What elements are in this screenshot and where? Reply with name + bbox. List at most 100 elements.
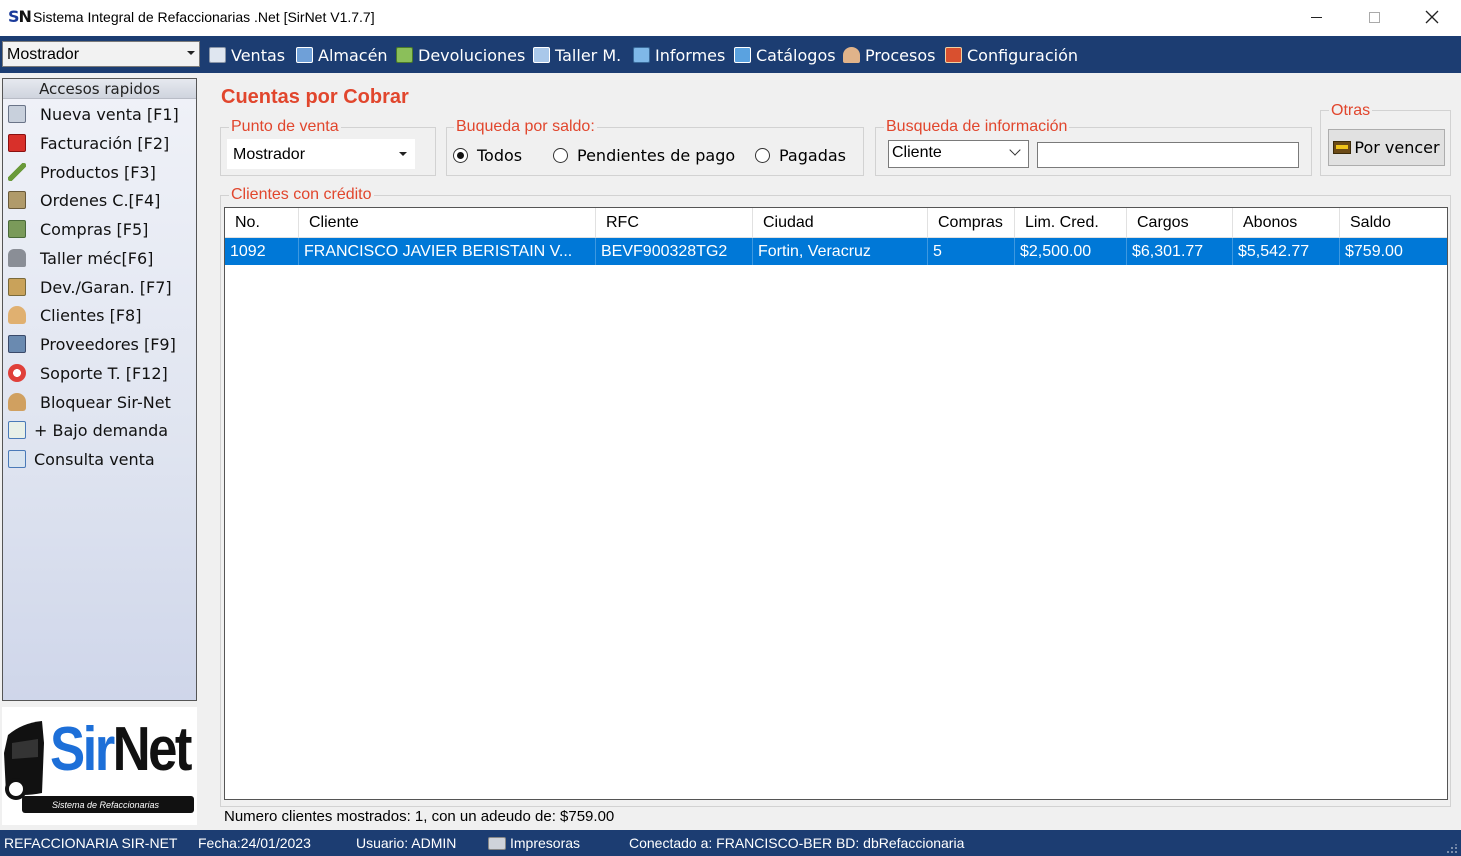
sidebar-item-taller-mec[interactable]: Taller méc[F6] (8, 245, 153, 271)
radio-todos-label: Todos (477, 145, 523, 165)
por-vencer-button[interactable]: Por vencer (1328, 129, 1445, 166)
pos-select-value: Mostrador (7, 46, 80, 63)
close-icon (1425, 10, 1439, 24)
menu-devoluciones[interactable]: Devoluciones (396, 44, 525, 66)
taller-icon (533, 47, 550, 63)
minimize-icon (1310, 16, 1322, 18)
menu-configuracion-label: Configuración (967, 45, 1079, 65)
page-title: Cuentas por Cobrar (221, 86, 409, 108)
car-silhouette-icon (4, 721, 44, 800)
sidebar-item-bloquear[interactable]: Bloquear Sir-Net (8, 389, 171, 415)
sidebar-item-clientes[interactable]: Clientes [F8] (8, 302, 141, 328)
menu-taller[interactable]: Taller M. (533, 44, 621, 66)
column-header-compras[interactable]: Compras (928, 208, 1015, 238)
sidebar-item-label: Soporte T. [F12] (40, 363, 168, 383)
sidebar-item-proveedores[interactable]: Proveedores [F9] (8, 331, 176, 357)
menu-taller-label: Taller M. (555, 45, 622, 65)
cell-rfc: BEVF900328TG2 (596, 238, 753, 265)
maximize-button[interactable] (1345, 0, 1403, 34)
sidebar-item-compras[interactable]: Compras [F5] (8, 216, 148, 242)
logo-wordmark: SirNet (50, 715, 192, 784)
sidebar-item-nueva-venta[interactable]: Nueva venta [F1] (8, 101, 179, 127)
logo-subtitle: Sistema de Refaccionarias (52, 800, 160, 810)
sidebar-item-productos[interactable]: Productos [F3] (8, 159, 156, 185)
clientes-table: No. Cliente RFC Ciudad Compras Lim. Cred… (224, 207, 1448, 800)
column-header-ciudad[interactable]: Ciudad (753, 208, 928, 238)
status-impresoras[interactable]: Impresoras (488, 835, 580, 851)
sidebar-item-bajo-demanda[interactable]: + Bajo demanda (8, 417, 168, 443)
menu-configuracion[interactable]: Configuración (945, 44, 1078, 66)
otras-title: Otras (1329, 102, 1373, 120)
status-conectado: Conectado a: FRANCISCO-BER BD: dbRefacci… (629, 835, 965, 851)
radio-pagadas-label: Pagadas (779, 145, 846, 165)
status-bar: REFACCIONARIA SIR-NET Fecha:24/01/2023 U… (0, 830, 1461, 856)
app-icon-s: S (8, 7, 19, 26)
menu-catalogos[interactable]: Catálogos (734, 44, 836, 66)
pos-select[interactable]: Mostrador (2, 41, 200, 67)
quick-access-header: Accesos rapidos (3, 79, 196, 99)
minimize-button[interactable] (1287, 0, 1345, 34)
clientes-icon (8, 306, 26, 324)
menu-ventas[interactable]: Ventas (209, 44, 285, 66)
sidebar-item-facturacion[interactable]: Facturación [F2] (8, 130, 169, 156)
printer-icon (488, 837, 506, 850)
almacen-icon (296, 47, 313, 63)
column-header-cliente[interactable]: Cliente (299, 208, 596, 238)
consulta-venta-icon (8, 450, 26, 468)
resize-grip-icon[interactable] (1446, 844, 1458, 854)
cell-no: 1092 (225, 238, 299, 265)
clientes-group-title: Clientes con crédito (229, 186, 374, 204)
pdf-icon (8, 134, 26, 152)
table-row[interactable]: 1092 FRANCISCO JAVIER BERISTAIN V... BEV… (225, 238, 1447, 265)
menu-ventas-label: Ventas (231, 45, 286, 65)
configuracion-icon (945, 47, 962, 63)
column-header-saldo[interactable]: Saldo (1340, 208, 1447, 238)
sirnet-logo: SirNet Sistema de Refaccionarias (2, 707, 197, 825)
column-header-lim-cred[interactable]: Lim. Cred. (1015, 208, 1127, 238)
sidebar-item-dev-garan[interactable]: Dev./Garan. [F7] (8, 274, 172, 300)
radio-unchecked-icon (755, 147, 770, 163)
ordenes-icon (8, 191, 26, 209)
sidebar-item-ordenes[interactable]: Ordenes C.[F4] (8, 187, 160, 213)
sidebar-item-soporte[interactable]: Soporte T. [F12] (8, 360, 168, 386)
table-header: No. Cliente RFC Ciudad Compras Lim. Cred… (225, 208, 1447, 238)
radio-unchecked-icon (553, 147, 568, 163)
column-header-cargos[interactable]: Cargos (1127, 208, 1233, 238)
menu-procesos[interactable]: Procesos (843, 44, 935, 66)
status-impresoras-label: Impresoras (510, 835, 581, 851)
cell-lim-cred: $2,500.00 (1015, 238, 1127, 265)
compras-icon (8, 220, 26, 238)
close-button[interactable] (1403, 0, 1461, 34)
sidebar-item-label: Consulta venta (34, 449, 155, 469)
column-header-rfc[interactable]: RFC (596, 208, 753, 238)
sidebar-item-label: Clientes [F8] (40, 305, 142, 325)
punto-venta-value: Mostrador (233, 146, 306, 163)
sidebar-item-label: Compras [F5] (40, 219, 149, 239)
productos-icon (8, 163, 26, 181)
soporte-icon (8, 364, 26, 382)
sidebar-item-label: + Bajo demanda (34, 420, 169, 440)
column-header-abonos[interactable]: Abonos (1233, 208, 1340, 238)
menu-informes[interactable]: Informes (633, 44, 725, 66)
sidebar-item-consulta-venta[interactable]: Consulta venta (8, 446, 155, 472)
search-input[interactable] (1037, 142, 1299, 168)
menu-informes-label: Informes (655, 45, 726, 65)
saldo-filter-title: Buqueda por saldo: (454, 118, 597, 136)
radio-pagadas[interactable]: Pagadas (755, 144, 846, 166)
radio-todos[interactable]: Todos (453, 144, 522, 166)
sidebar-item-label: Proveedores [F9] (40, 334, 176, 354)
column-header-no[interactable]: No. (225, 208, 299, 238)
menu-almacen[interactable]: Almacén (296, 44, 388, 66)
clientes-summary: Numero clientes mostrados: 1, con un ade… (224, 808, 615, 825)
menu-devoluciones-label: Devoluciones (418, 45, 526, 65)
taller-mec-icon (8, 249, 26, 267)
app-icon: SN (8, 7, 32, 26)
search-field-value: Cliente (892, 144, 942, 161)
cash-register-icon (1333, 141, 1352, 154)
sidebar-item-label: Nueva venta [F1] (40, 104, 179, 124)
cell-compras: 5 (928, 238, 1015, 265)
radio-pendientes[interactable]: Pendientes de pago (553, 144, 735, 166)
sidebar-item-label: Productos [F3] (40, 162, 156, 182)
sidebar-item-label: Bloquear Sir-Net (40, 392, 171, 412)
sidebar-item-label: Ordenes C.[F4] (40, 190, 161, 210)
